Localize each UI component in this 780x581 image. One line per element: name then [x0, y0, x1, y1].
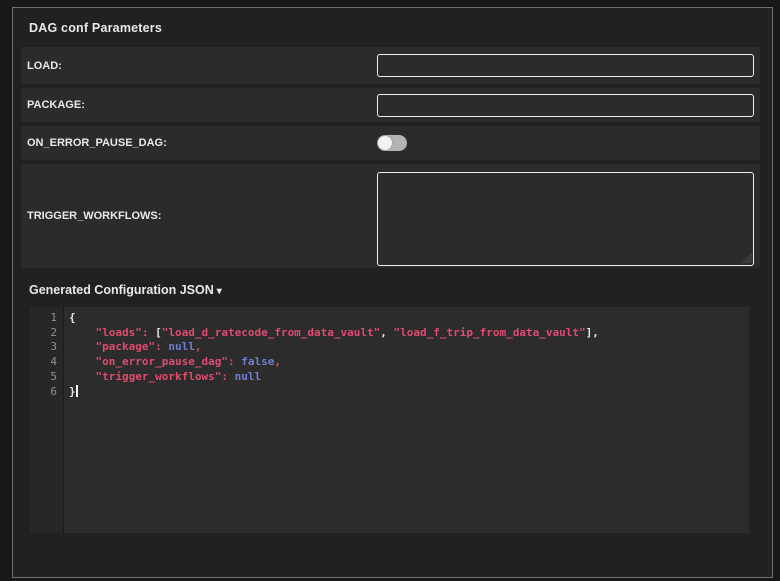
- form-row-load: LOAD:: [21, 47, 760, 84]
- json-code-editor[interactable]: 123456 { "loads": ["load_d_ratecode_from…: [30, 307, 749, 533]
- code-line: "trigger_workflows": null: [69, 370, 749, 385]
- load-input[interactable]: [377, 54, 754, 77]
- dag-conf-form: LOAD: PACKAGE: ON_ERROR_PAUSE_DAG: TRIGG…: [21, 47, 760, 268]
- code-token: [228, 370, 235, 383]
- code-token: }: [69, 385, 76, 398]
- line-number: 6: [30, 385, 63, 400]
- form-row-on-error-pause-dag: ON_ERROR_PAUSE_DAG:: [21, 125, 760, 160]
- on-error-pause-dag-toggle[interactable]: [377, 135, 407, 151]
- code-token: null: [235, 370, 262, 383]
- code-token: false: [241, 355, 274, 368]
- package-label: PACKAGE:: [27, 99, 377, 111]
- code-token: "on_error_pause_dag": [96, 355, 228, 368]
- on-error-pause-dag-control: [377, 135, 754, 151]
- trigger-workflows-label: TRIGGER_WORKFLOWS:: [27, 210, 377, 222]
- form-row-package: PACKAGE:: [21, 87, 760, 122]
- line-number: 2: [30, 326, 63, 341]
- code-token: ,: [274, 355, 281, 368]
- code-token: "load_d_ratecode_from_data_vault": [162, 326, 381, 339]
- code-line: "loads": ["load_d_ratecode_from_data_vau…: [69, 326, 749, 341]
- code-token: [: [155, 326, 162, 339]
- panel-title: DAG conf Parameters: [13, 8, 772, 47]
- code-token: {: [69, 311, 76, 324]
- toggle-knob-icon: [378, 136, 392, 150]
- code-token: :: [155, 340, 162, 353]
- line-number: 3: [30, 340, 63, 355]
- code-token: null: [168, 340, 195, 353]
- code-token: "load_f_trip_from_data_vault": [394, 326, 586, 339]
- code-line: "package": null,: [69, 340, 749, 355]
- generated-json-title: Generated Configuration JSON: [29, 283, 214, 297]
- code-token: "trigger_workflows": [96, 370, 222, 383]
- resize-grip-icon[interactable]: [741, 252, 752, 263]
- package-control: [377, 94, 754, 117]
- code-token: "loads": [96, 326, 142, 339]
- trigger-workflows-textarea[interactable]: [377, 172, 754, 266]
- dag-conf-panel: DAG conf Parameters LOAD: PACKAGE: ON_ER…: [12, 7, 773, 578]
- trigger-workflows-control: [377, 172, 754, 266]
- chevron-down-icon: ▾: [217, 286, 222, 297]
- editor-code[interactable]: { "loads": ["load_d_ratecode_from_data_v…: [64, 307, 749, 533]
- code-line: }: [69, 385, 749, 400]
- code-line: {: [69, 311, 749, 326]
- generated-json-header[interactable]: Generated Configuration JSON ▾: [29, 283, 222, 297]
- code-token: ,: [380, 326, 387, 339]
- code-token: "package": [96, 340, 156, 353]
- code-token: :: [228, 355, 235, 368]
- line-number: 4: [30, 355, 63, 370]
- code-token: [387, 326, 394, 339]
- code-token: [69, 340, 96, 353]
- code-token: ,: [592, 326, 599, 339]
- line-number: 1: [30, 311, 63, 326]
- code-token: ,: [195, 340, 202, 353]
- code-token: :: [221, 370, 228, 383]
- code-token: [69, 370, 96, 383]
- package-input[interactable]: [377, 94, 754, 117]
- line-number: 5: [30, 370, 63, 385]
- editor-gutter: 123456: [30, 307, 64, 533]
- on-error-pause-dag-label: ON_ERROR_PAUSE_DAG:: [27, 137, 377, 149]
- load-label: LOAD:: [27, 60, 377, 72]
- text-cursor: [76, 385, 78, 397]
- load-control: [377, 54, 754, 77]
- form-row-trigger-workflows: TRIGGER_WORKFLOWS:: [21, 163, 760, 268]
- code-token: [69, 326, 96, 339]
- code-token: [69, 355, 96, 368]
- code-line: "on_error_pause_dag": false,: [69, 355, 749, 370]
